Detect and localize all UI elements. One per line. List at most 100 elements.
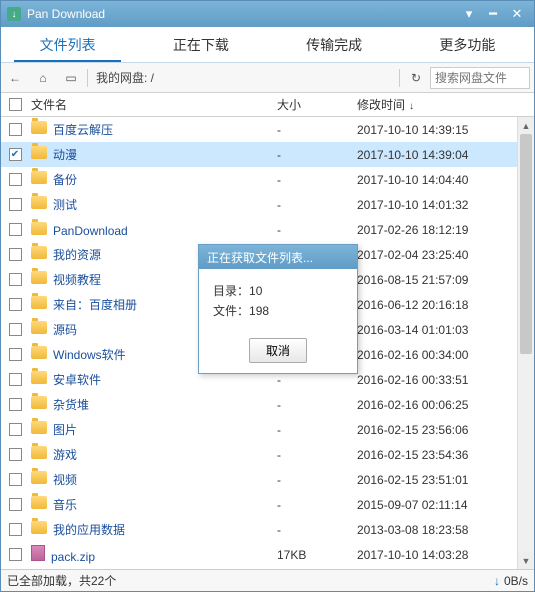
separator [87,69,88,87]
dialog-title: 正在获取文件列表... [199,245,357,269]
file-time: 2017-10-10 14:39:04 [357,148,517,162]
folder-icon [31,171,47,184]
tab-3[interactable]: 更多功能 [401,27,534,62]
file-time: 2016-02-15 23:56:06 [357,423,517,437]
file-name: 图片 [53,423,77,437]
row-checkbox[interactable] [9,448,22,461]
toolbar: ← ⌂ ▭ 我的网盘: / ↻ [1,63,534,93]
tab-2[interactable]: 传输完成 [268,27,401,62]
tab-0[interactable]: 文件列表 [1,27,134,62]
file-row[interactable]: 测试-2017-10-10 14:01:32 [1,192,517,217]
file-name: Windows软件 [53,348,126,362]
scrollbar[interactable]: ▲ ▼ [517,117,534,569]
statusbar: 已全部加载，共22个 ↓ 0B/s [1,569,534,591]
row-checkbox[interactable] [9,373,22,386]
folder-icon [31,296,47,309]
back-button[interactable]: ← [1,64,29,92]
file-row[interactable]: 备份 -2017-10-10 14:04:40 [1,167,517,192]
file-time: 2017-02-26 18:12:19 [357,223,517,237]
row-checkbox[interactable] [9,248,22,261]
folder-icon [31,222,47,235]
zip-file-icon [31,545,45,561]
file-name: 源码 [53,323,77,337]
file-row[interactable]: 音乐-2015-09-07 02:11:14 [1,492,517,517]
row-checkbox[interactable] [9,323,22,336]
folder-icon [31,346,47,359]
file-name: 视频教程 [53,273,101,287]
dropdown-button[interactable]: ▾ [458,5,480,23]
row-checkbox[interactable] [9,348,22,361]
row-checkbox[interactable] [9,123,22,136]
row-checkbox[interactable] [9,423,22,436]
file-time: 2016-02-15 23:51:01 [357,473,517,487]
file-row[interactable]: Desktop.rar137KB2017-10-10 14:02:32 [1,567,517,569]
file-name: 我的应用数据 [53,523,125,537]
file-row[interactable]: 图片 -2016-02-15 23:56:06 [1,417,517,442]
file-row[interactable]: 游戏-2016-02-15 23:54:36 [1,442,517,467]
file-row[interactable]: ✔动漫-2017-10-10 14:39:04 [1,142,517,167]
file-row[interactable]: 我的应用数据-2013-03-08 18:23:58 [1,517,517,542]
file-row[interactable]: 视频 -2016-02-15 23:51:01 [1,467,517,492]
file-time: 2017-10-10 14:04:40 [357,173,517,187]
file-name: 我的资源 [53,248,101,262]
refresh-button[interactable]: ↻ [402,64,430,92]
row-checkbox[interactable] [9,273,22,286]
file-size: - [277,398,357,412]
titlebar: ↓ Pan Download ▾ ━ ✕ [1,1,534,27]
file-size: - [277,373,357,387]
file-size: - [277,423,357,437]
folder-icon [31,421,47,434]
file-size: - [277,448,357,462]
folder-button[interactable]: ▭ [57,64,85,92]
file-size: - [277,148,357,162]
file-name: 视频 [53,473,77,487]
file-row[interactable]: 百度云解压-2017-10-10 14:39:15 [1,117,517,142]
file-size: - [277,173,357,187]
scroll-up-icon[interactable]: ▲ [518,117,534,134]
row-checkbox[interactable] [9,523,22,536]
folder-icon [31,521,47,534]
row-checkbox[interactable] [9,398,22,411]
file-time: 2016-02-16 00:34:00 [357,348,517,362]
file-row[interactable]: pack.zip17KB2017-10-10 14:03:28 [1,542,517,567]
file-name: 备份 [53,173,77,187]
file-row[interactable]: 杂货堆-2016-02-16 00:06:25 [1,392,517,417]
row-checkbox[interactable] [9,173,22,186]
minimize-button[interactable]: ━ [482,5,504,23]
tab-1[interactable]: 正在下载 [134,27,267,62]
file-name: 音乐 [53,498,77,512]
column-header: 文件名 大小 修改时间↓ [1,93,534,117]
row-checkbox[interactable] [9,548,22,561]
row-checkbox[interactable] [9,498,22,511]
file-row[interactable]: PanDownload-2017-02-26 18:12:19 [1,217,517,242]
file-time: 2017-10-10 14:03:28 [357,548,517,562]
loading-dialog: 正在获取文件列表... 目录：10 文件：198 取消 [198,244,358,374]
path-label: 我的网盘: / [90,69,397,86]
column-time[interactable]: 修改时间↓ [357,96,517,113]
close-button[interactable]: ✕ [506,5,528,23]
row-checkbox[interactable] [9,298,22,311]
scroll-down-icon[interactable]: ▼ [518,552,534,569]
file-size: - [277,498,357,512]
row-checkbox[interactable]: ✔ [9,148,22,161]
column-name[interactable]: 文件名 [29,96,277,113]
tab-bar: 文件列表正在下载传输完成更多功能 [1,27,534,63]
folder-icon [31,196,47,209]
file-size: - [277,473,357,487]
file-size: - [277,223,357,237]
row-checkbox[interactable] [9,473,22,486]
row-checkbox[interactable] [9,223,22,236]
window-title: Pan Download [27,7,458,21]
folder-icon [31,446,47,459]
folder-icon [31,396,47,409]
file-name: 安卓软件 [53,373,101,387]
file-size: 17KB [277,548,357,562]
column-size[interactable]: 大小 [277,96,357,113]
row-checkbox[interactable] [9,198,22,211]
select-all-checkbox[interactable] [9,98,22,111]
home-button[interactable]: ⌂ [29,64,57,92]
search-input[interactable] [430,67,530,89]
file-name: 游戏 [53,448,77,462]
scroll-thumb[interactable] [520,134,532,354]
cancel-button[interactable]: 取消 [249,338,307,363]
